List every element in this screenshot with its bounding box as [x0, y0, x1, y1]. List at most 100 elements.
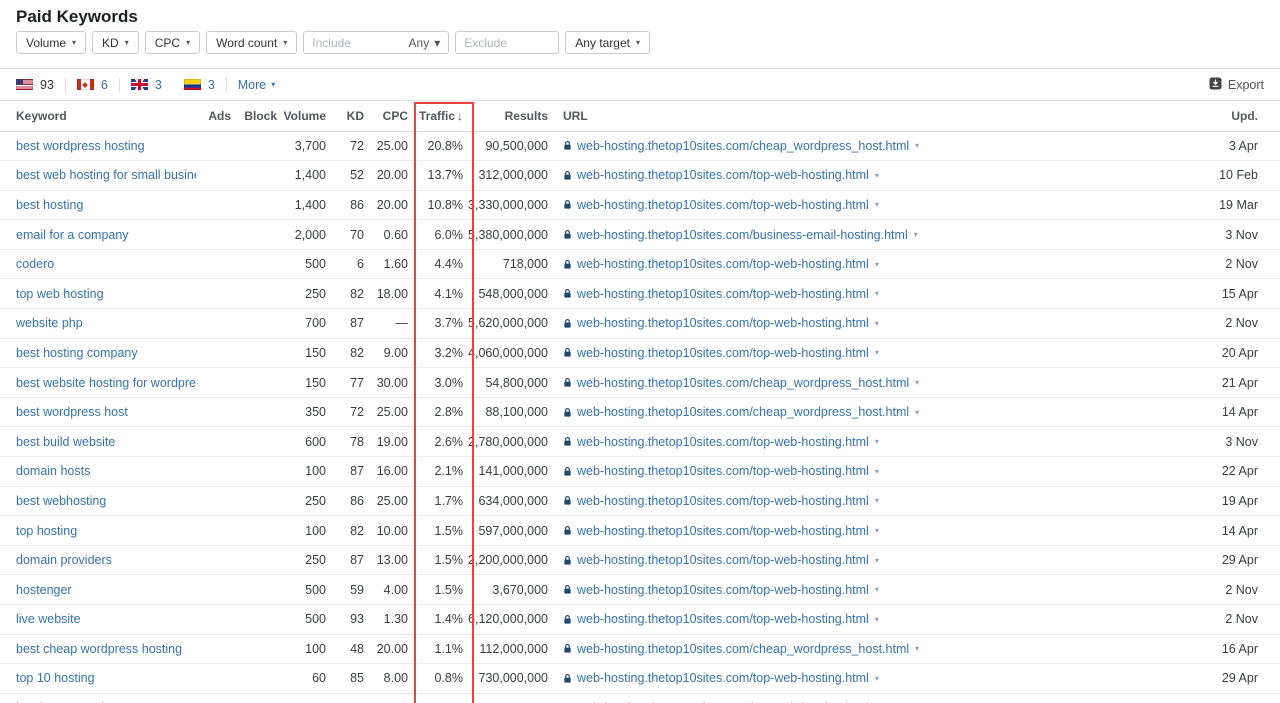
header-url[interactable]: URL [550, 101, 1188, 131]
header-cpc[interactable]: CPC [364, 101, 408, 131]
lock-icon [563, 229, 572, 240]
table-row: hosting comparison 60 80 18.00 0.7% 1,53… [0, 693, 1280, 703]
volume-cell: 1,400 [277, 190, 326, 220]
chevron-down-icon[interactable]: ▾ [875, 319, 879, 328]
chevron-down-icon[interactable]: ▾ [915, 378, 919, 387]
volume-filter-button[interactable]: Volume ▾ [16, 31, 86, 54]
include-mode-value: Any [409, 36, 430, 50]
url-link[interactable]: web-hosting.thetop10sites.com/cheap_word… [577, 642, 909, 656]
chevron-down-icon[interactable]: ▾ [875, 615, 879, 624]
exclude-input[interactable] [464, 36, 550, 50]
chevron-down-icon[interactable]: ▾ [875, 526, 879, 535]
chevron-down-icon[interactable]: ▾ [915, 408, 919, 417]
keyword-link[interactable]: best wordpress hosting [16, 139, 145, 153]
updated-cell: 2 Nov [1188, 605, 1280, 635]
keyword-link[interactable]: hostenger [16, 583, 72, 597]
keyword-link[interactable]: best cheap wordpress hosting [16, 642, 182, 656]
kd-filter-button[interactable]: KD ▾ [92, 31, 139, 54]
url-link[interactable]: web-hosting.thetop10sites.com/top-web-ho… [577, 524, 869, 538]
chevron-down-icon[interactable]: ▾ [875, 200, 879, 209]
chevron-down-icon[interactable]: ▾ [875, 260, 879, 269]
header-results[interactable]: Results [466, 101, 550, 131]
keyword-link[interactable]: best hosting company [16, 346, 138, 360]
url-link[interactable]: web-hosting.thetop10sites.com/top-web-ho… [577, 671, 869, 685]
url-link[interactable]: web-hosting.thetop10sites.com/top-web-ho… [577, 612, 869, 626]
keyword-link[interactable]: top web hosting [16, 287, 104, 301]
keyword-link[interactable]: best web hosting for small business [16, 168, 196, 182]
chevron-down-icon[interactable]: ▾ [875, 437, 879, 446]
table-header-row: Keyword Ads Block Volume KD CPC Traffic↓… [0, 101, 1280, 131]
kd-cell: 87 [326, 545, 364, 575]
url-cell: web-hosting.thetop10sites.com/cheap_word… [550, 397, 1188, 427]
url-link[interactable]: web-hosting.thetop10sites.com/top-web-ho… [577, 346, 869, 360]
volume-cell: 100 [277, 516, 326, 546]
chevron-down-icon[interactable]: ▾ [875, 289, 879, 298]
url-link[interactable]: web-hosting.thetop10sites.com/top-web-ho… [577, 553, 869, 567]
include-mode-dropdown[interactable]: Any ▾ [409, 36, 441, 50]
header-traffic[interactable]: Traffic↓ [408, 101, 466, 131]
keyword-link[interactable]: domain providers [16, 553, 112, 567]
chevron-down-icon[interactable]: ▾ [875, 674, 879, 683]
chevron-down-icon[interactable]: ▾ [875, 585, 879, 594]
keyword-link[interactable]: live website [16, 612, 81, 626]
url-link[interactable]: web-hosting.thetop10sites.com/top-web-ho… [577, 257, 869, 271]
chevron-down-icon[interactable]: ▾ [915, 644, 919, 653]
country-tab-united-states[interactable]: 93 [16, 78, 54, 92]
url-link[interactable]: web-hosting.thetop10sites.com/business-e… [577, 228, 908, 242]
url-link[interactable]: web-hosting.thetop10sites.com/cheap_word… [577, 139, 909, 153]
header-block[interactable]: Block [231, 101, 277, 131]
chevron-down-icon[interactable]: ▾ [875, 556, 879, 565]
keyword-link[interactable]: best hosting [16, 198, 83, 212]
chevron-down-icon[interactable]: ▾ [914, 230, 918, 239]
traffic-cell: 2.6% [408, 427, 466, 457]
header-volume[interactable]: Volume [277, 101, 326, 131]
kd-cell: 85 [326, 664, 364, 694]
word-count-filter-button[interactable]: Word count ▾ [206, 31, 297, 54]
keyword-link[interactable]: email for a company [16, 228, 129, 242]
keyword-link[interactable]: website php [16, 316, 83, 330]
url-link[interactable]: web-hosting.thetop10sites.com/top-web-ho… [577, 287, 869, 301]
country-tab-united-kingdom[interactable]: 3 [131, 78, 162, 92]
any-target-button[interactable]: Any target ▾ [565, 31, 650, 54]
keyword-link[interactable]: codero [16, 257, 54, 271]
keyword-link[interactable]: domain hosts [16, 464, 90, 478]
url-link[interactable]: web-hosting.thetop10sites.com/top-web-ho… [577, 583, 869, 597]
results-cell: 730,000,000 [466, 664, 550, 694]
keyword-link[interactable]: best webhosting [16, 494, 106, 508]
header-kd[interactable]: KD [326, 101, 364, 131]
volume-cell: 500 [277, 249, 326, 279]
url-link[interactable]: web-hosting.thetop10sites.com/cheap_word… [577, 376, 909, 390]
header-keyword[interactable]: Keyword [0, 101, 196, 131]
header-updated[interactable]: Upd. [1188, 101, 1280, 131]
keyword-link[interactable]: best build website [16, 435, 115, 449]
url-link[interactable]: web-hosting.thetop10sites.com/top-web-ho… [577, 168, 869, 182]
url-link[interactable]: web-hosting.thetop10sites.com/top-web-ho… [577, 464, 869, 478]
header-ads[interactable]: Ads [196, 101, 231, 131]
chevron-down-icon[interactable]: ▾ [875, 348, 879, 357]
keyword-link[interactable]: best wordpress host [16, 405, 128, 419]
url-link[interactable]: web-hosting.thetop10sites.com/cheap_word… [577, 405, 909, 419]
keyword-link[interactable]: top 10 hosting [16, 671, 95, 685]
traffic-cell: 1.1% [408, 634, 466, 664]
lock-icon [563, 495, 572, 506]
keyword-link[interactable]: best website hosting for wordpress [16, 376, 196, 390]
chevron-down-icon[interactable]: ▾ [875, 171, 879, 180]
cpc-filter-button[interactable]: CPC ▾ [145, 31, 200, 54]
chevron-down-icon[interactable]: ▾ [875, 467, 879, 476]
keyword-cell: email for a company [0, 220, 196, 250]
url-link[interactable]: web-hosting.thetop10sites.com/top-web-ho… [577, 435, 869, 449]
url-cell: web-hosting.thetop10sites.com/cheap_word… [550, 368, 1188, 398]
lock-icon [563, 140, 572, 151]
more-countries-link[interactable]: More ▾ [238, 78, 276, 92]
keyword-link[interactable]: top hosting [16, 524, 77, 538]
country-tab-colombia[interactable]: 3 [184, 78, 215, 92]
chevron-down-icon[interactable]: ▾ [875, 496, 879, 505]
include-input[interactable] [312, 36, 408, 50]
url-link[interactable]: web-hosting.thetop10sites.com/top-web-ho… [577, 198, 869, 212]
chevron-down-icon[interactable]: ▾ [915, 141, 919, 150]
export-button[interactable]: Export [1209, 77, 1264, 93]
url-link[interactable]: web-hosting.thetop10sites.com/top-web-ho… [577, 316, 869, 330]
url-cell: web-hosting.thetop10sites.com/top-web-ho… [550, 605, 1188, 635]
country-tab-canada[interactable]: 6 [77, 78, 108, 92]
url-link[interactable]: web-hosting.thetop10sites.com/top-web-ho… [577, 494, 869, 508]
